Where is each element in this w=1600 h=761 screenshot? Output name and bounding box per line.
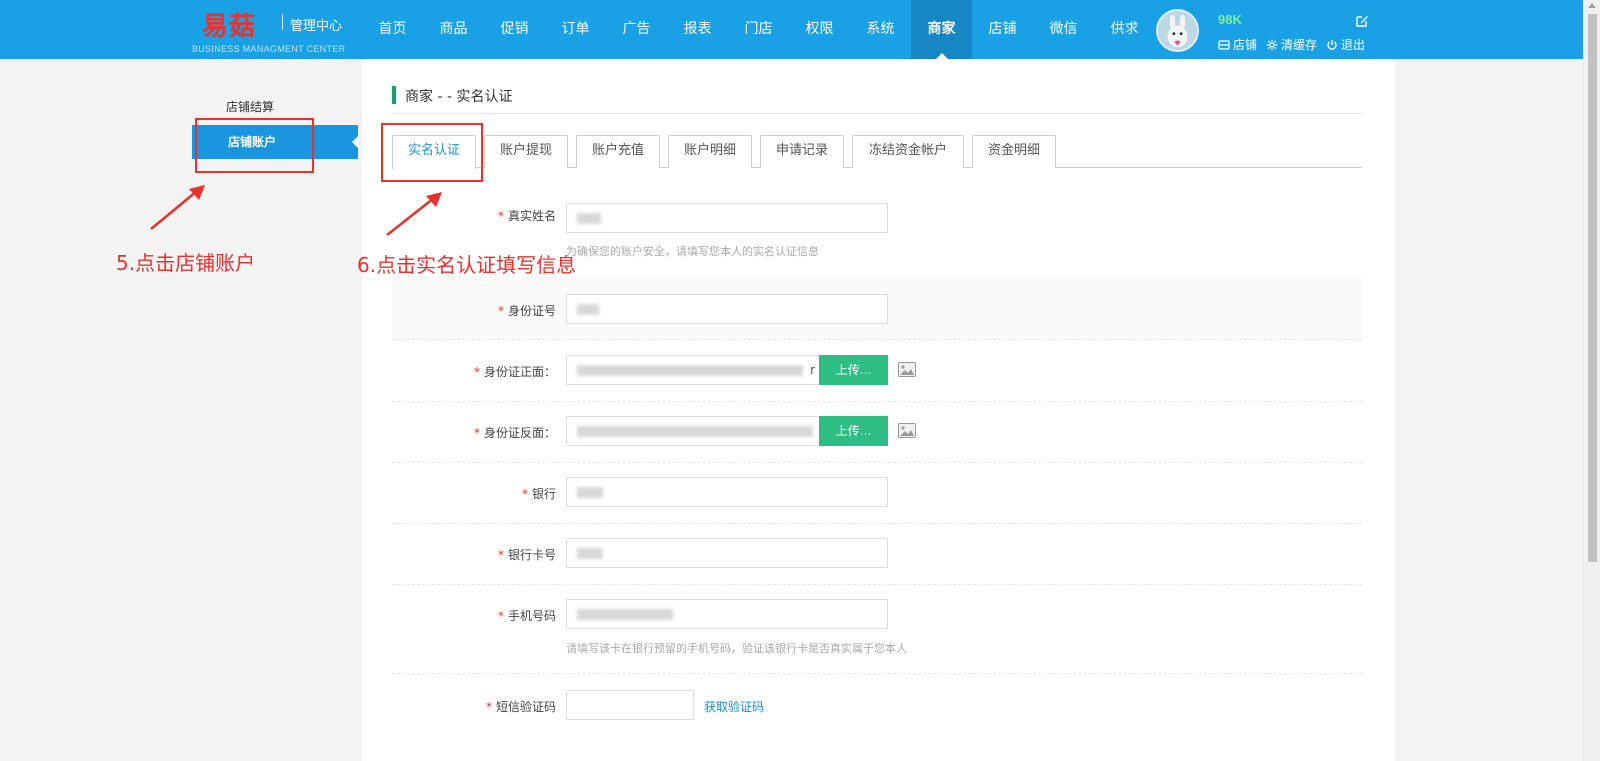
id-number-input[interactable] bbox=[566, 294, 888, 324]
gear-icon bbox=[1266, 39, 1278, 50]
id-back-upload-button[interactable]: 上传... bbox=[819, 416, 888, 446]
edit-icon[interactable] bbox=[1355, 14, 1369, 28]
user-count: 98K bbox=[1218, 12, 1242, 27]
clear-cache-link[interactable]: 清缓存 bbox=[1266, 36, 1317, 53]
nav-orders[interactable]: 订单 bbox=[545, 0, 606, 59]
breadcrumb-divider bbox=[392, 113, 1362, 114]
real-name-input[interactable] bbox=[566, 203, 888, 233]
nav-promotion[interactable]: 促销 bbox=[484, 0, 545, 59]
sms-code-label: * 短信验证码 bbox=[485, 700, 556, 714]
annotation-box-step6 bbox=[381, 123, 483, 182]
power-icon bbox=[1327, 39, 1337, 50]
tab-fund-detail[interactable]: 资金明细 bbox=[972, 135, 1056, 168]
sidebar-group-title[interactable]: 店铺结算 bbox=[226, 98, 274, 115]
top-navigation-bar: 易菇 管理中心 BUSINESS MANAGMENT CENTER 首页 商品 … bbox=[0, 0, 1600, 59]
bank-label: * 银行 bbox=[521, 487, 556, 501]
row-divider bbox=[392, 523, 1362, 524]
logo-subtitle: 管理中心 bbox=[290, 19, 343, 34]
logout-label: 退出 bbox=[1341, 38, 1366, 52]
nav-shop[interactable]: 店铺 bbox=[972, 0, 1033, 59]
tab-apply-record[interactable]: 申请记录 bbox=[760, 135, 844, 168]
top-links: 店铺 清缓存 退出 bbox=[1218, 36, 1374, 53]
tab-recharge[interactable]: 账户充值 bbox=[576, 135, 660, 168]
logo-divider bbox=[282, 14, 283, 30]
row-divider bbox=[392, 401, 1362, 402]
annotation-arrow-step6 bbox=[386, 192, 442, 236]
clear-cache-label: 清缓存 bbox=[1281, 38, 1318, 52]
phone-hint: 请填写该卡在银行预留的手机号码，验证该银行卡是否真实属于您本人 bbox=[566, 642, 907, 655]
card-number-input[interactable] bbox=[566, 538, 888, 568]
annotation-step5: 5.点击店铺账户 bbox=[116, 251, 256, 275]
image-preview-icon[interactable] bbox=[898, 362, 916, 377]
nav-system[interactable]: 系统 bbox=[850, 0, 911, 59]
nav-supply[interactable]: 供求 bbox=[1094, 0, 1155, 59]
breadcrumb: 商家 - - 实名认证 bbox=[405, 89, 513, 105]
real-name-hint: 为确保您的账户安全，请填写您本人的实名认证信息 bbox=[566, 245, 819, 258]
get-code-link[interactable]: 获取验证码 bbox=[704, 698, 764, 715]
row-divider bbox=[392, 339, 1362, 340]
nav-reports[interactable]: 报表 bbox=[667, 0, 728, 59]
row-divider bbox=[392, 673, 1362, 674]
id-number-label: * 身份证号 bbox=[497, 304, 556, 318]
nav-ads[interactable]: 广告 bbox=[606, 0, 667, 59]
scroll-up-icon[interactable] bbox=[1588, 3, 1596, 8]
logo-subtitle-en: BUSINESS MANAGMENT CENTER bbox=[192, 44, 346, 54]
nav-stores[interactable]: 门店 bbox=[728, 0, 789, 59]
scroll-thumb[interactable] bbox=[1588, 14, 1597, 562]
phone-input[interactable] bbox=[566, 599, 888, 629]
bank-input[interactable] bbox=[566, 477, 888, 507]
shop-icon bbox=[1218, 39, 1230, 50]
shop-link[interactable]: 店铺 bbox=[1218, 36, 1257, 53]
card-number-label: * 银行卡号 bbox=[497, 548, 556, 562]
real-name-label: * 真实姓名 bbox=[497, 209, 556, 223]
logo[interactable]: 易菇 bbox=[202, 6, 256, 43]
logout-link[interactable]: 退出 bbox=[1326, 36, 1365, 53]
id-front-label: * 身份证正面： bbox=[473, 365, 556, 379]
tab-account-detail[interactable]: 账户明细 bbox=[668, 135, 752, 168]
id-back-input[interactable] bbox=[566, 416, 820, 446]
sms-code-input[interactable] bbox=[566, 690, 694, 720]
main-nav: 首页 商品 促销 订单 广告 报表 门店 权限 系统 商家 店铺 微信 供求 bbox=[362, 0, 1155, 59]
shop-link-label: 店铺 bbox=[1233, 38, 1258, 52]
annotation-step6: 6.点击实名认证填写信息 bbox=[357, 253, 577, 277]
id-front-input[interactable]: r bbox=[566, 355, 820, 385]
nav-goods[interactable]: 商品 bbox=[423, 0, 484, 59]
nav-home[interactable]: 首页 bbox=[362, 0, 423, 59]
id-front-upload-button[interactable]: 上传... bbox=[819, 355, 888, 385]
row-divider bbox=[392, 584, 1362, 585]
page-scrollbar[interactable] bbox=[1583, 0, 1600, 761]
nav-permissions[interactable]: 权限 bbox=[789, 0, 850, 59]
breadcrumb-marker bbox=[392, 86, 396, 104]
nav-merchant[interactable]: 商家 bbox=[911, 0, 972, 59]
account-tabs: 实名认证 账户提现 账户充值 账户明细 申请记录 冻结资金帐户 资金明细 bbox=[392, 135, 1362, 169]
phone-label: * 手机号码 bbox=[497, 609, 556, 623]
id-back-label: * 身份证反面： bbox=[473, 426, 556, 440]
row-divider bbox=[392, 462, 1362, 463]
annotation-arrow-step5 bbox=[150, 185, 205, 230]
annotation-box-step5 bbox=[195, 118, 314, 173]
image-preview-icon[interactable] bbox=[898, 423, 916, 438]
avatar-icon bbox=[1158, 11, 1197, 50]
avatar[interactable] bbox=[1156, 9, 1199, 52]
tab-frozen-funds[interactable]: 冻结资金帐户 bbox=[852, 135, 964, 168]
tab-withdraw[interactable]: 账户提现 bbox=[484, 135, 568, 168]
nav-wechat[interactable]: 微信 bbox=[1033, 0, 1094, 59]
